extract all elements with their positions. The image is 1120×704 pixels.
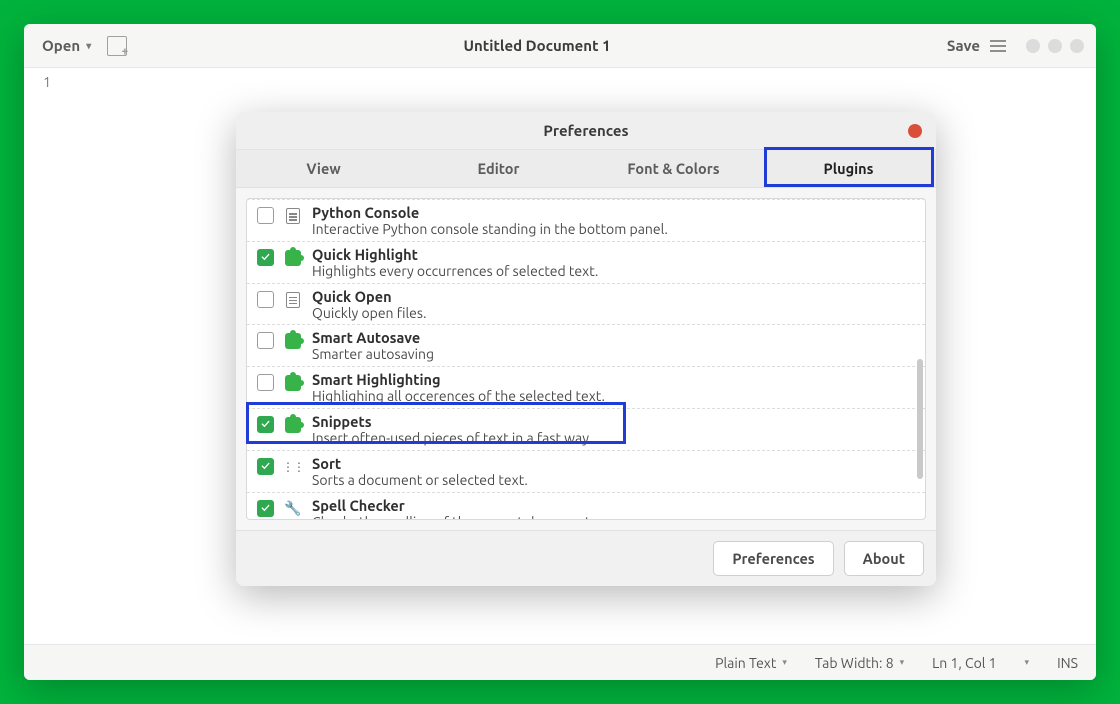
status-insert-mode[interactable]: INS (1057, 655, 1078, 671)
status-cursor-label: Ln 1, Col 1 (932, 655, 996, 671)
tab-font-colors[interactable]: Font & Colors (586, 150, 761, 187)
titlebar: Open ▾ Untitled Document 1 Save (24, 24, 1096, 68)
plugin-row[interactable]: Quick OpenQuickly open files. (247, 283, 925, 325)
plugin-desc: Interactive Python console standing in t… (312, 221, 668, 238)
status-tabwidth[interactable]: Tab Width: 8 ▾ (815, 655, 904, 671)
plugin-name: Quick Highlight (312, 246, 598, 263)
plugin-row[interactable]: 🔧 Spell CheckerChecks the spelling of the… (247, 492, 925, 520)
plugin-name: Quick Open (312, 288, 426, 305)
puzzle-icon (284, 249, 302, 267)
statusbar: Plain Text ▾ Tab Width: 8 ▾ Ln 1, Col 1 … (24, 644, 1096, 680)
chevron-down-icon: ▾ (782, 657, 787, 668)
plugin-row[interactable]: ⋮⋮ SortSorts a document or selected text. (247, 450, 925, 492)
puzzle-icon (284, 332, 302, 350)
status-cursor: Ln 1, Col 1 (932, 655, 996, 671)
window-maximize-icon[interactable] (1048, 39, 1062, 53)
plugin-text: SnippetsInsert often-used pieces of text… (312, 413, 592, 447)
plugin-name: Smart Autosave (312, 329, 434, 346)
plugin-text: Quick HighlightHighlights every occurren… (312, 246, 598, 280)
plugin-desc: Highlighing all occerences of the select… (312, 388, 605, 405)
status-extra-chevron[interactable]: ▾ (1025, 657, 1030, 668)
plugin-desc: Highlights every occurrences of selected… (312, 263, 598, 280)
status-insert-label: INS (1057, 655, 1078, 671)
dialog-tabs: View Editor Font & Colors Plugins (236, 150, 936, 188)
plugin-text: Spell CheckerChecks the spelling of the … (312, 497, 594, 520)
plugin-checkbox[interactable] (257, 374, 274, 391)
status-language-label: Plain Text (715, 655, 776, 671)
status-language[interactable]: Plain Text ▾ (715, 655, 787, 671)
plugin-checkbox[interactable] (257, 416, 274, 433)
plugin-text: Smart AutosaveSmarter autosaving (312, 329, 434, 363)
plugin-row[interactable]: SnippetsInsert often-used pieces of text… (247, 408, 925, 450)
document-icon (284, 207, 302, 225)
preferences-dialog: Preferences View Editor Font & Colors Pl… (236, 112, 936, 586)
dialog-footer: Preferences About (236, 530, 936, 586)
plugin-text: Python ConsoleInteractive Python console… (312, 204, 668, 238)
plugin-desc: Insert often-used pieces of text in a fa… (312, 430, 592, 447)
tab-view[interactable]: View (236, 150, 411, 187)
plugin-checkbox[interactable] (257, 332, 274, 349)
window-controls (1026, 39, 1084, 53)
plugin-text: Quick OpenQuickly open files. (312, 288, 426, 322)
wrench-icon: 🔧 (284, 500, 302, 518)
tab-editor[interactable]: Editor (411, 150, 586, 187)
chevron-down-icon: ▾ (86, 40, 91, 52)
plugin-text: Smart HighlightingHighlighing all occere… (312, 371, 605, 405)
plugin-desc: Checks the spelling of the current docum… (312, 514, 594, 520)
puzzle-icon (284, 374, 302, 392)
chevron-down-icon: ▾ (900, 657, 905, 668)
chevron-down-icon: ▾ (1025, 657, 1030, 668)
status-tabwidth-label: Tab Width: 8 (815, 655, 894, 671)
document-icon (284, 291, 302, 309)
plugin-row[interactable]: Smart HighlightingHighlighing all occere… (247, 366, 925, 408)
new-document-icon[interactable] (107, 36, 127, 56)
open-button[interactable]: Open ▾ (36, 33, 97, 58)
close-icon[interactable] (908, 124, 922, 138)
plugin-row[interactable]: Quick HighlightHighlights every occurren… (247, 241, 925, 283)
plugin-row[interactable]: Smart AutosaveSmarter autosaving (247, 324, 925, 366)
line-gutter: 1 (24, 68, 59, 644)
plugin-name: Sort (312, 455, 528, 472)
plugin-checkbox[interactable] (257, 249, 274, 266)
plugin-about-button[interactable]: About (844, 541, 924, 576)
plugin-name: Python Console (312, 204, 668, 221)
plugin-preferences-button[interactable]: Preferences (713, 541, 833, 576)
save-button[interactable]: Save (947, 37, 980, 54)
open-label: Open (42, 37, 80, 54)
plugin-checkbox[interactable] (257, 207, 274, 224)
window-close-icon[interactable] (1070, 39, 1084, 53)
puzzle-icon (284, 416, 302, 434)
plugin-desc: Smarter autosaving (312, 346, 434, 363)
scrollbar[interactable] (917, 359, 923, 479)
plugin-row[interactable]: Python ConsoleInteractive Python console… (247, 199, 925, 241)
plugin-pane: Python ConsoleInteractive Python console… (236, 188, 936, 530)
plugin-text: SortSorts a document or selected text. (312, 455, 528, 489)
plugin-name: Spell Checker (312, 497, 594, 514)
plugin-list[interactable]: Python ConsoleInteractive Python console… (246, 198, 926, 520)
plugin-name: Smart Highlighting (312, 371, 605, 388)
plugin-desc: Quickly open files. (312, 305, 426, 322)
tab-plugins[interactable]: Plugins (761, 150, 936, 187)
dialog-title: Preferences (543, 122, 628, 139)
hamburger-menu-icon[interactable] (990, 40, 1006, 52)
plugin-checkbox[interactable] (257, 291, 274, 308)
sort-icon: ⋮⋮ (284, 458, 302, 476)
plugin-checkbox[interactable] (257, 458, 274, 475)
plugin-desc: Sorts a document or selected text. (312, 472, 528, 489)
line-number: 1 (24, 74, 51, 90)
plugin-checkbox[interactable] (257, 500, 274, 517)
window-title: Untitled Document 1 (127, 37, 947, 54)
plugin-name: Snippets (312, 413, 592, 430)
window-minimize-icon[interactable] (1026, 39, 1040, 53)
dialog-header: Preferences (236, 112, 936, 150)
